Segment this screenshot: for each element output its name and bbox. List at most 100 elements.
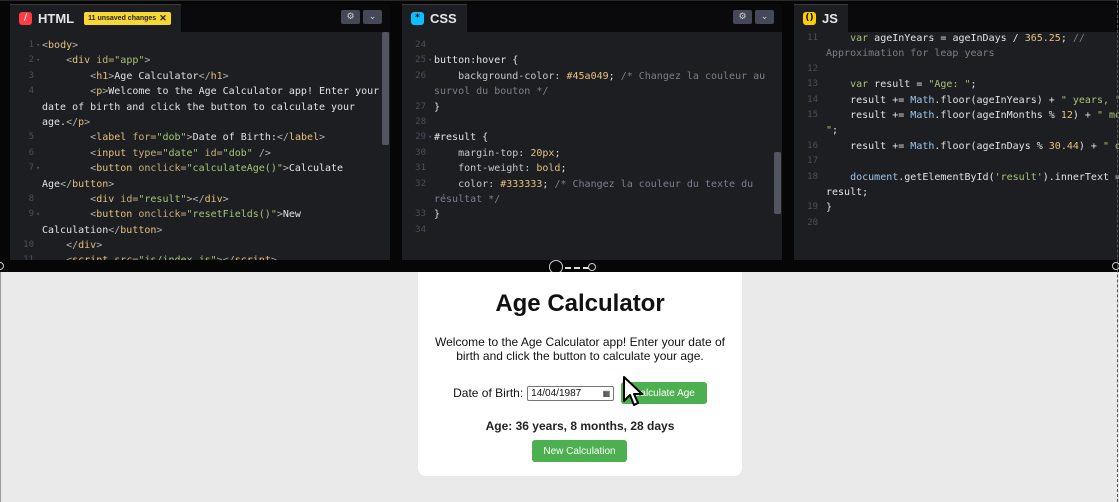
code-line[interactable]: 11 var ageInYears = ageInDays / 365.25; … xyxy=(794,31,1119,46)
line-number: 18 xyxy=(807,171,818,182)
code-line[interactable]: 8 <div id="result"></div> xyxy=(10,192,390,207)
tab-css-label: CSS xyxy=(430,11,457,26)
code-line[interactable]: age.</p> xyxy=(10,115,390,130)
result-text: Age: 36 years, 8 months, 28 days xyxy=(485,419,675,433)
line-number: 11 xyxy=(807,33,818,43)
css-pane-controls: ⚙ ⌄ xyxy=(733,10,774,24)
line-number: 8 xyxy=(28,193,34,204)
js-code-editor[interactable]: 11 var ageInYears = ageInDays / 365.25; … xyxy=(794,25,1119,260)
mouse-cursor-icon xyxy=(623,376,643,406)
line-number: 2 xyxy=(28,55,34,66)
code-line[interactable]: 13 var result = "Age: "; xyxy=(794,77,1119,92)
code-line[interactable]: 10 </div> xyxy=(10,238,390,253)
code-text: Approximation for leap years xyxy=(826,48,995,60)
line-number: 15 xyxy=(807,109,818,120)
line-number: 30 xyxy=(415,147,426,158)
code-line[interactable]: 24 xyxy=(402,38,782,53)
code-line[interactable]: 28 xyxy=(402,115,782,130)
code-line[interactable]: 31 font-weight: bold; xyxy=(402,161,782,176)
dob-value: 14/04/1987 xyxy=(531,387,582,399)
code-text: #result { xyxy=(434,132,489,144)
code-text: result += Math.floor(ageInDays % 30.44) … xyxy=(826,140,1119,152)
code-text: <label for="dob">Date of Birth:</label> xyxy=(90,132,326,144)
new-calculation-button[interactable]: New Calculation xyxy=(532,440,627,462)
line-number: 3 xyxy=(28,70,34,81)
code-line[interactable]: 18 document.getElementById('result').inn… xyxy=(794,170,1119,185)
code-text: "; xyxy=(826,125,839,137)
resize-handle-dash xyxy=(565,267,589,269)
code-line[interactable]: result; xyxy=(794,185,1119,200)
code-text: document.getElementById('result').innerT… xyxy=(850,171,1119,183)
app-card: Age Calculator Welcome to the Age Calcul… xyxy=(418,272,742,476)
code-line[interactable]: 7 ▾ <button onclick="calculateAge()">Calc… xyxy=(10,161,390,176)
gear-icon[interactable]: ⚙ xyxy=(733,10,752,24)
html-editor-scrollbar[interactable] xyxy=(382,32,389,145)
code-line[interactable]: 30 margin-top: 20px; xyxy=(402,146,782,161)
code-line[interactable]: 27} xyxy=(402,100,782,115)
code-line[interactable]: Calculation</button> xyxy=(10,223,390,238)
code-text: button:hover { xyxy=(434,55,519,67)
code-text: <input type="date" id="dob" /> xyxy=(90,147,271,159)
fold-arrow-icon[interactable]: ▾ xyxy=(36,207,40,222)
code-line[interactable]: 29 ▾ #result { xyxy=(402,130,782,145)
code-text: <p>Welcome to the Age Calculator app! En… xyxy=(90,86,380,98)
code-line[interactable]: Approximation for leap years xyxy=(794,46,1119,61)
tab-css[interactable]: * CSS xyxy=(402,4,467,32)
code-line[interactable]: 14 result += Math.floor(ageInYears) + " … xyxy=(794,93,1119,108)
dob-date-input[interactable]: 14/04/1987 ▦ xyxy=(527,385,615,401)
code-line[interactable]: 34 xyxy=(402,223,782,238)
css-lang-icon: * xyxy=(411,12,424,25)
code-line[interactable]: 16 result += Math.floor(ageInDays % 30.4… xyxy=(794,139,1119,154)
fold-arrow-icon[interactable]: ▾ xyxy=(36,38,40,53)
code-text: <button onclick="resetFields()">New xyxy=(90,209,301,221)
resize-handle-left[interactable] xyxy=(0,262,4,270)
chevron-down-icon[interactable]: ⌄ xyxy=(755,10,774,24)
line-number: 5 xyxy=(28,132,34,143)
code-line[interactable]: 6 <input type="date" id="dob" /> xyxy=(10,146,390,161)
resize-divider[interactable] xyxy=(0,260,1119,274)
code-line[interactable]: 17 xyxy=(794,154,1119,169)
tab-html-label: HTML xyxy=(38,11,75,26)
code-line[interactable]: résultat */ xyxy=(402,192,782,207)
fold-arrow-icon[interactable]: ▾ xyxy=(428,130,432,145)
html-lang-icon: / xyxy=(19,12,32,25)
code-line[interactable]: 3 <h1>Age Calculator</h1> xyxy=(10,69,390,84)
code-line[interactable]: 12 xyxy=(794,62,1119,77)
line-number: 24 xyxy=(415,40,426,50)
code-line[interactable]: Age</button> xyxy=(10,177,390,192)
css-editor-scrollbar[interactable] xyxy=(774,152,781,214)
fold-arrow-icon[interactable]: ▾ xyxy=(36,161,40,176)
code-text: result += Math.floor(ageInYears) + " yea… xyxy=(826,94,1119,106)
code-line[interactable]: 32 color: #333333; /* Changez la couleur… xyxy=(402,177,782,192)
resize-handle-right-dot[interactable] xyxy=(588,263,596,271)
fold-arrow-icon[interactable]: ▾ xyxy=(428,53,432,68)
code-line[interactable]: 9 ▾ <button onclick="resetFields()">New xyxy=(10,207,390,222)
code-line[interactable]: 5 <label for="dob">Date of Birth:</label… xyxy=(10,130,390,145)
calendar-icon[interactable]: ▦ xyxy=(603,389,611,398)
chevron-down-icon[interactable]: ⌄ xyxy=(363,10,382,24)
tab-html[interactable]: / HTML 11 unsaved changes ✕ xyxy=(10,4,181,32)
html-code-editor[interactable]: 1 ▾ <body> 2 ▾ <div id="app"> 3 <h1>Age Calcu… xyxy=(10,32,390,260)
code-line[interactable]: 4 <p>Welcome to the Age Calculator app! … xyxy=(10,84,390,99)
code-line[interactable]: 19} xyxy=(794,200,1119,215)
code-line[interactable]: 1 ▾ <body> xyxy=(10,38,390,53)
fold-arrow-icon[interactable]: ▾ xyxy=(36,53,40,68)
css-pane-header: * CSS ⚙ ⌄ xyxy=(402,4,782,32)
unsaved-changes-badge[interactable]: 11 unsaved changes ✕ xyxy=(84,12,171,25)
css-code-editor[interactable]: 24 25 ▾ button:hover {26 background-color: … xyxy=(402,32,782,260)
code-line[interactable]: "; xyxy=(794,123,1119,138)
gear-icon[interactable]: ⚙ xyxy=(341,10,360,24)
code-text: survol du bouton */ xyxy=(434,86,549,98)
code-line[interactable]: 15 result += Math.floor(ageInMonths % 12… xyxy=(794,108,1119,123)
code-line[interactable]: 25 ▾ button:hover { xyxy=(402,53,782,68)
code-line[interactable]: 33} xyxy=(402,207,782,222)
code-line[interactable]: 2 ▾ <div id="app"> xyxy=(10,53,390,68)
code-line[interactable]: 20 xyxy=(794,216,1119,231)
codepen-workspace: / HTML 11 unsaved changes ✕ ⚙ ⌄ 1 ▾ <body> 2… xyxy=(0,0,1119,502)
code-line[interactable]: date of birth and click the button to ca… xyxy=(10,100,390,115)
code-line[interactable]: 26 background-color: #45a049; /* Changez… xyxy=(402,69,782,84)
code-line[interactable]: survol du bouton */ xyxy=(402,84,782,99)
line-number: 32 xyxy=(415,178,426,189)
line-number: 28 xyxy=(415,116,426,127)
close-icon[interactable]: ✕ xyxy=(159,14,167,23)
